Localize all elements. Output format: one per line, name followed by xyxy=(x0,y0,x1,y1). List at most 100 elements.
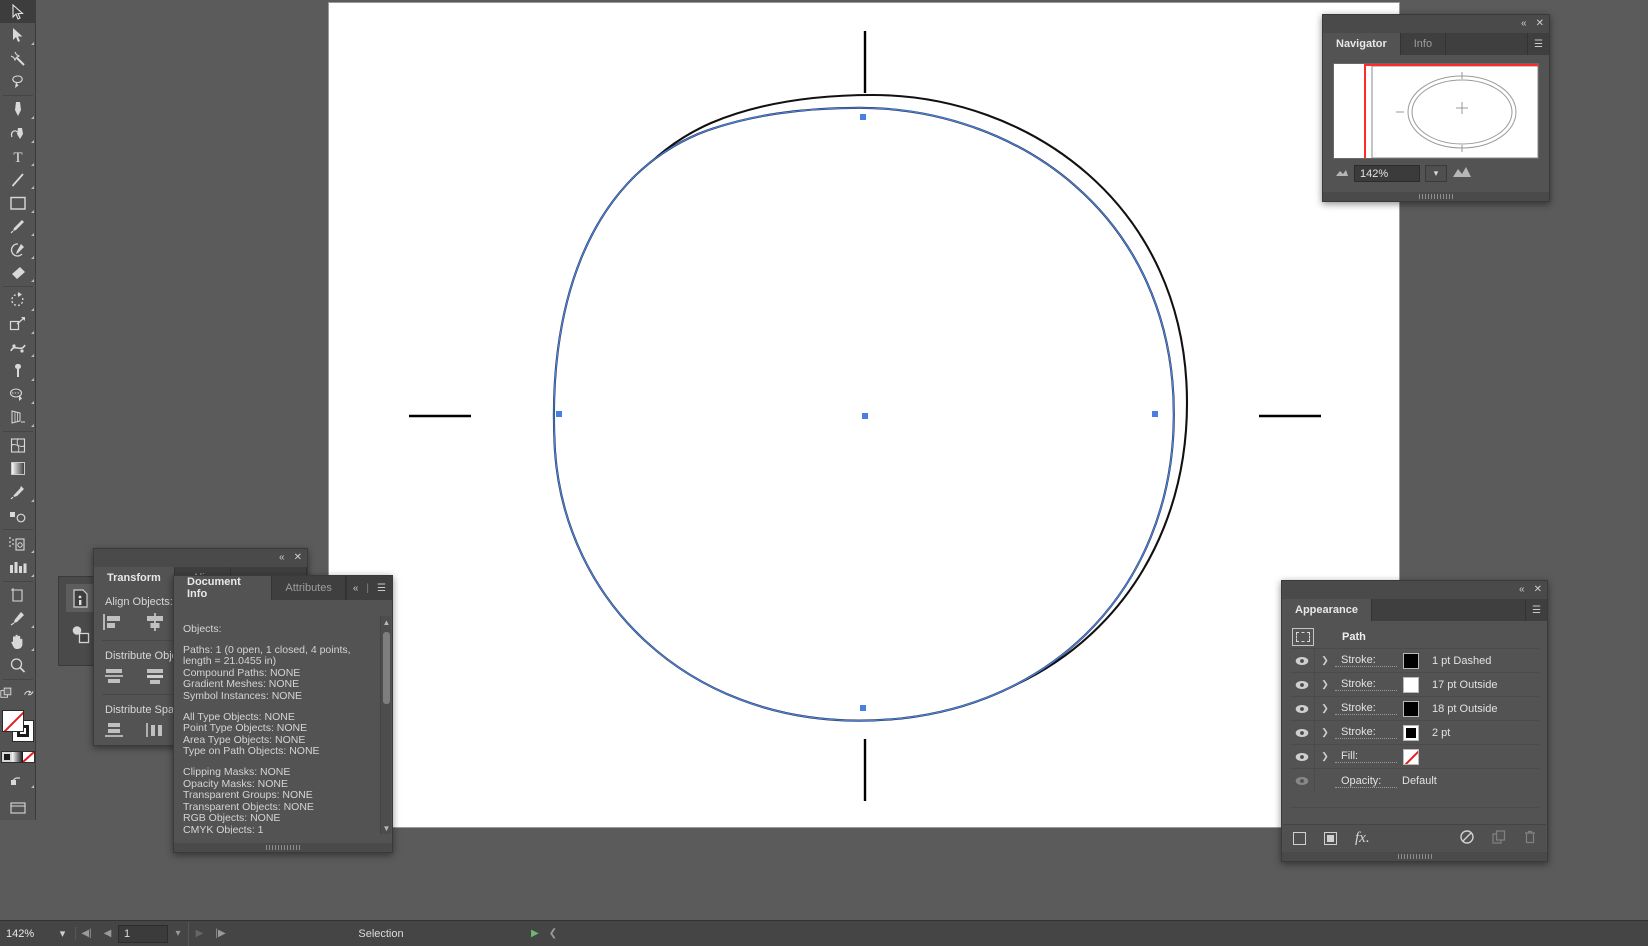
fill-color-swatch[interactable] xyxy=(1,709,24,732)
close-icon[interactable]: ✕ xyxy=(1536,19,1544,29)
tab-transform[interactable]: Transform xyxy=(94,567,175,589)
status-zoom-value[interactable]: 142% xyxy=(0,928,50,940)
expand-chevron-icon[interactable]: ❯ xyxy=(1315,655,1335,666)
navigator-resize-grip[interactable] xyxy=(1323,192,1549,201)
anchor-point[interactable] xyxy=(1152,411,1158,417)
pen-tool[interactable] xyxy=(0,98,36,121)
hand-tool[interactable] xyxy=(0,630,36,653)
add-new-stroke-icon[interactable] xyxy=(1293,832,1306,845)
column-graph-tool[interactable] xyxy=(0,555,36,578)
color-button[interactable] xyxy=(1,752,13,763)
collapse-icon[interactable]: « xyxy=(1519,585,1525,595)
appearance-row-label[interactable]: Stroke: xyxy=(1335,678,1397,691)
document-info-controls[interactable]: « | ☰ xyxy=(347,576,392,600)
shape-builder-tool[interactable] xyxy=(0,383,36,406)
scrollbar-thumb[interactable] xyxy=(383,632,390,704)
visibility-eye-icon[interactable] xyxy=(1290,704,1314,714)
artboard-dropdown-icon[interactable]: ▾ xyxy=(168,921,189,946)
edit-toolbar-button[interactable] xyxy=(0,796,36,819)
transform-dock-icon[interactable] xyxy=(65,619,95,649)
collapse-icon[interactable]: « xyxy=(1521,19,1527,29)
expand-chevron-icon[interactable]: ❯ xyxy=(1315,727,1335,738)
navigator-footer[interactable]: 142% ▾ xyxy=(1323,159,1549,182)
navigator-title-bar[interactable]: « ✕ xyxy=(1323,15,1549,33)
line-segment-tool[interactable] xyxy=(0,168,36,191)
anchor-point[interactable] xyxy=(556,411,562,417)
appearance-row-stroke-2[interactable]: ❯ Stroke: 17 pt Outside xyxy=(1290,672,1539,697)
appearance-row-opacity[interactable]: Opacity: Default xyxy=(1290,769,1539,793)
align-horizontal-center-icon[interactable] xyxy=(144,612,166,632)
appearance-row-value[interactable]: 18 pt Outside xyxy=(1419,703,1497,715)
appearance-row-stroke-4[interactable]: ❯ Stroke: 2 pt xyxy=(1290,720,1539,745)
appearance-title-bar[interactable]: « ✕ xyxy=(1282,581,1547,599)
appearance-tabs[interactable]: Appearance ☰ xyxy=(1282,599,1547,621)
scroll-up-arrow-icon[interactable]: ▲ xyxy=(381,616,392,628)
tab-document-info[interactable]: Document Info xyxy=(174,576,273,600)
rotate-tool[interactable] xyxy=(0,289,36,312)
navigator-panel[interactable]: « ✕ Navigator Info ☰ 142% ▾ xyxy=(1322,14,1550,202)
document-info-dock-icon[interactable] xyxy=(65,583,95,613)
appearance-row-label[interactable]: Stroke: xyxy=(1335,726,1397,739)
distribute-vertical-center-icon[interactable] xyxy=(144,666,166,686)
fill-stroke-swatches[interactable] xyxy=(0,708,36,749)
appearance-rows[interactable]: Path ❯ Stroke: 1 pt Dashed ❯ Stroke: 17 … xyxy=(1290,625,1539,793)
close-icon[interactable]: ✕ xyxy=(294,553,302,563)
status-collapse-icon[interactable]: ❮ xyxy=(549,928,557,939)
appearance-row-fill[interactable]: ❯ Fill: xyxy=(1290,744,1539,769)
fill-color-chip[interactable] xyxy=(1403,748,1419,765)
color-mode-buttons[interactable] xyxy=(0,751,35,764)
perspective-grid-tool[interactable] xyxy=(0,406,36,429)
artwork-svg[interactable] xyxy=(329,3,1401,829)
distribute-vertical-top-icon[interactable] xyxy=(103,666,125,686)
zoom-in-icon[interactable] xyxy=(1452,166,1472,181)
status-bar[interactable]: 142% ▾ ◀| ◀ 1 ▾ ▶ |▶ Selection ▶ ❮ xyxy=(0,920,1648,946)
appearance-panel[interactable]: « ✕ Appearance ☰ Path ❯ Stroke: 1 pt Das… xyxy=(1281,580,1548,862)
anchor-point[interactable] xyxy=(860,114,866,120)
clear-appearance-icon[interactable] xyxy=(1460,830,1474,847)
lasso-tool[interactable] xyxy=(0,70,36,93)
artboard-navigation[interactable]: ◀| ◀ 1 ▾ ▶ |▶ xyxy=(76,921,231,946)
curvature-tool[interactable] xyxy=(0,121,36,144)
appearance-row-label[interactable]: Stroke: xyxy=(1335,654,1397,667)
zoom-out-icon[interactable] xyxy=(1335,168,1349,180)
rectangle-tool[interactable] xyxy=(0,191,36,214)
horizontal-distribute-space-icon[interactable] xyxy=(144,720,166,740)
stroke-color-chip[interactable] xyxy=(1403,676,1419,693)
collapse-icon[interactable]: « xyxy=(353,583,359,594)
duplicate-item-icon[interactable] xyxy=(1492,830,1506,847)
scale-tool[interactable] xyxy=(0,313,36,336)
visibility-eye-icon[interactable] xyxy=(1290,680,1314,690)
status-bar-controls[interactable]: ▶ ❮ xyxy=(531,928,557,939)
tab-info[interactable]: Info xyxy=(1400,33,1447,55)
gradient-tool[interactable] xyxy=(0,457,36,480)
appearance-row-label[interactable]: Stroke: xyxy=(1335,702,1397,715)
anchor-point[interactable] xyxy=(860,705,866,711)
artboard-number-field[interactable]: 1 xyxy=(118,924,168,943)
mesh-tool[interactable] xyxy=(0,434,36,457)
type-tool[interactable]: T xyxy=(0,145,36,168)
visibility-eye-icon[interactable] xyxy=(1290,728,1314,738)
visibility-eye-icon[interactable] xyxy=(1290,656,1314,666)
document-info-scrollbar[interactable]: ▲ ▼ xyxy=(380,616,391,834)
free-transform-tool[interactable] xyxy=(0,359,36,382)
stroke-color-chip[interactable] xyxy=(1403,652,1419,669)
symbol-sprayer-tool[interactable] xyxy=(0,532,36,555)
scroll-down-arrow-icon[interactable]: ▼ xyxy=(381,822,392,834)
selection-tool[interactable] xyxy=(0,0,36,24)
zoom-tool[interactable] xyxy=(0,653,36,676)
align-title-bar[interactable]: « ✕ xyxy=(94,549,307,567)
visibility-eye-icon[interactable] xyxy=(1290,752,1314,762)
status-text[interactable]: Selection xyxy=(231,928,531,940)
navigator-thumbnail[interactable] xyxy=(1333,63,1539,159)
document-info-tabs[interactable]: Document Info Attributes « | ☰ xyxy=(174,576,392,600)
close-icon[interactable]: ✕ xyxy=(1534,585,1542,595)
appearance-row-value[interactable]: 17 pt Outside xyxy=(1419,679,1497,691)
appearance-panel-menu[interactable]: ☰ xyxy=(1526,599,1547,621)
change-screen-mode-button[interactable] xyxy=(0,767,36,790)
previous-artboard-icon[interactable]: ◀ xyxy=(97,922,118,946)
panel-menu-icon[interactable]: ☰ xyxy=(377,583,386,594)
slice-tool[interactable] xyxy=(0,607,36,630)
appearance-row-value[interactable]: 1 pt Dashed xyxy=(1419,655,1491,667)
status-play-icon[interactable]: ▶ xyxy=(531,928,539,939)
appearance-row-value[interactable]: 2 pt xyxy=(1419,727,1450,739)
